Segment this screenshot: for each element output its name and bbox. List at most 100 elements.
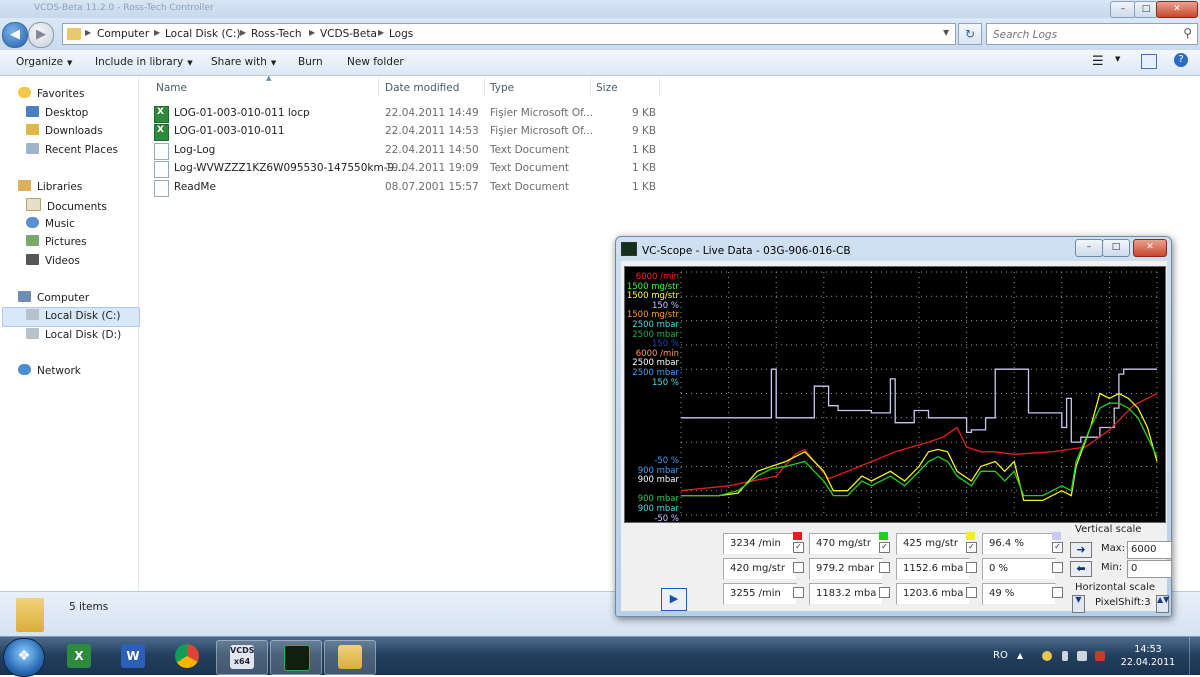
channel-checkbox[interactable]: ✓ xyxy=(1052,542,1063,553)
channel-checkbox[interactable] xyxy=(966,562,977,573)
refresh-button[interactable]: ↻ xyxy=(958,23,982,45)
new-folder-button[interactable]: New folder xyxy=(347,56,404,68)
search-input[interactable] xyxy=(991,26,1175,44)
taskbar-excel[interactable]: X xyxy=(54,640,104,673)
column-header-size[interactable]: Size xyxy=(596,82,618,94)
nav-music[interactable]: Music xyxy=(26,217,75,230)
max-input[interactable]: 6000 xyxy=(1127,541,1172,559)
column-header-date[interactable]: Date modified xyxy=(385,82,459,94)
taskbar-explorer[interactable] xyxy=(324,640,376,675)
help-icon[interactable]: ? xyxy=(1174,53,1188,67)
scope-close-button[interactable]: ✕ xyxy=(1133,239,1167,257)
maximize-button[interactable]: □ xyxy=(1134,1,1158,18)
search-box[interactable]: ⚲ xyxy=(986,23,1198,45)
breadcrumb-local-disk[interactable]: Local Disk (C:) xyxy=(165,28,241,40)
value-readout: 1183.2 mba xyxy=(809,583,883,605)
word-icon: W xyxy=(121,644,145,668)
breadcrumb-separator-icon: ▶ xyxy=(378,28,385,37)
scope-minimize-button[interactable]: – xyxy=(1075,239,1103,257)
channel-checkbox[interactable] xyxy=(879,587,890,598)
scale-left-button[interactable]: ⬅ xyxy=(1070,561,1092,577)
nav-downloads[interactable]: Downloads xyxy=(26,124,103,137)
nav-videos[interactable]: Videos xyxy=(26,254,80,267)
column-header-type[interactable]: Type xyxy=(490,82,514,94)
start-button[interactable]: ❖ xyxy=(3,638,45,677)
forward-button[interactable]: ▶ xyxy=(28,22,54,48)
back-button[interactable]: ◀ xyxy=(2,22,28,48)
scale-right-button[interactable]: ➜ xyxy=(1070,542,1092,558)
column-header-name[interactable]: Name xyxy=(156,82,187,94)
horizontal-scale-down-spinner[interactable]: ▼ xyxy=(1072,595,1085,613)
min-input[interactable]: 0 xyxy=(1127,560,1172,578)
close-button[interactable]: ✕ xyxy=(1156,1,1198,18)
table-row[interactable]: ReadMe 08.07.2001 15:57 Text Document 1 … xyxy=(154,179,674,197)
channel-checkbox[interactable] xyxy=(793,562,804,573)
minimize-button[interactable]: – xyxy=(1110,1,1136,18)
nav-pictures[interactable]: Pictures xyxy=(26,235,87,248)
battery-icon[interactable] xyxy=(1062,651,1068,661)
breadcrumb-vcds-beta[interactable]: VCDS-Beta xyxy=(320,28,377,40)
channel-checkbox[interactable]: ✓ xyxy=(966,542,977,553)
file-date: 22.04.2011 14:53 xyxy=(385,125,479,137)
scope-title-text: VC-Scope - Live Data - 03G-906-016-CB xyxy=(642,245,851,257)
network-icon[interactable] xyxy=(1077,651,1087,661)
vc-scope-window[interactable]: VC-Scope - Live Data - 03G-906-016-CB – … xyxy=(615,236,1172,617)
table-row[interactable]: LOG-01-003-010-011 22.04.2011 14:53 Fişi… xyxy=(154,123,674,141)
show-desktop-button[interactable] xyxy=(1189,637,1200,676)
language-indicator[interactable]: RO xyxy=(993,650,1008,661)
burn-button[interactable]: Burn xyxy=(298,56,323,68)
organize-button[interactable]: Organize ▼ xyxy=(16,56,72,68)
column-divider[interactable] xyxy=(590,77,591,97)
preview-pane-icon[interactable] xyxy=(1141,54,1157,69)
nav-local-disk-c[interactable]: Local Disk (C:) xyxy=(26,309,121,322)
nav-computer[interactable]: Computer xyxy=(18,291,89,304)
breadcrumb-logs[interactable]: Logs xyxy=(389,28,413,40)
share-with-button[interactable]: Share with ▼ xyxy=(211,56,276,68)
channel-checkbox[interactable] xyxy=(1052,562,1063,573)
include-in-library-button[interactable]: Include in library ▼ xyxy=(95,56,193,68)
channel-checkbox[interactable] xyxy=(793,587,804,598)
series-line-0 xyxy=(681,368,1157,443)
view-options-icon[interactable]: ☰ xyxy=(1092,54,1104,69)
channel-checkbox[interactable] xyxy=(966,587,977,598)
channel-checkbox[interactable] xyxy=(1052,587,1063,598)
nav-recent-places[interactable]: Recent Places xyxy=(26,143,118,156)
nav-documents[interactable]: Documents xyxy=(26,198,107,213)
scope-maximize-button[interactable]: □ xyxy=(1102,239,1130,257)
taskbar-vcds[interactable]: VCDS x64 xyxy=(216,640,268,675)
nav-local-disk-d[interactable]: Local Disk (D:) xyxy=(26,328,121,341)
table-row[interactable]: Log-Log 22.04.2011 14:50 Text Document 1… xyxy=(154,142,674,160)
breadcrumb-computer[interactable]: Computer xyxy=(97,28,149,40)
nav-libraries[interactable]: Libraries xyxy=(18,180,82,193)
value-readout: 420 mg/str xyxy=(723,558,797,580)
chevron-down-icon[interactable]: ▼ xyxy=(1115,55,1120,63)
vcds-x64-label: x64 xyxy=(233,657,251,666)
column-divider[interactable] xyxy=(378,77,379,97)
table-row[interactable]: LOG-01-003-010-011 locp 22.04.2011 14:49… xyxy=(154,105,674,123)
column-divider[interactable] xyxy=(484,77,485,97)
file-name: ReadMe xyxy=(174,181,216,193)
table-row[interactable]: Log-WVWZZZ1KZ6W095530-147550km-9... 19.0… xyxy=(154,160,674,178)
column-divider[interactable] xyxy=(659,77,660,97)
clock[interactable]: 14:53 22.04.2011 xyxy=(1118,643,1178,669)
channel-checkbox[interactable]: ✓ xyxy=(879,542,890,553)
clock-date: 22.04.2011 xyxy=(1120,657,1176,668)
horizontal-scale-spinner[interactable]: ▲▼ xyxy=(1156,595,1169,613)
chevron-down-icon[interactable]: ▼ xyxy=(943,28,949,37)
address-bar[interactable]: ▶ Computer ▶ Local Disk (C:) ▶ Ross-Tech… xyxy=(62,23,956,45)
nav-network[interactable]: Network xyxy=(18,364,81,377)
channel-checkbox[interactable] xyxy=(879,562,890,573)
taskbar-chrome[interactable] xyxy=(162,640,212,673)
chevron-up-icon[interactable]: ▲ xyxy=(1017,651,1027,661)
nav-favorites[interactable]: Favorites xyxy=(18,87,84,100)
taskbar-vc-scope[interactable] xyxy=(270,640,322,675)
nav-desktop[interactable]: Desktop xyxy=(26,106,88,119)
network-icon xyxy=(18,364,31,375)
breadcrumb-ross-tech[interactable]: Ross-Tech xyxy=(251,28,302,40)
play-button[interactable]: ▶ xyxy=(661,588,687,611)
action-center-icon[interactable] xyxy=(1095,651,1105,661)
arrow-left-icon: ⬅ xyxy=(1076,562,1086,575)
channel-checkbox[interactable]: ✓ xyxy=(793,542,804,553)
taskbar-word[interactable]: W xyxy=(108,640,158,673)
tray-app-icon[interactable] xyxy=(1042,651,1052,661)
